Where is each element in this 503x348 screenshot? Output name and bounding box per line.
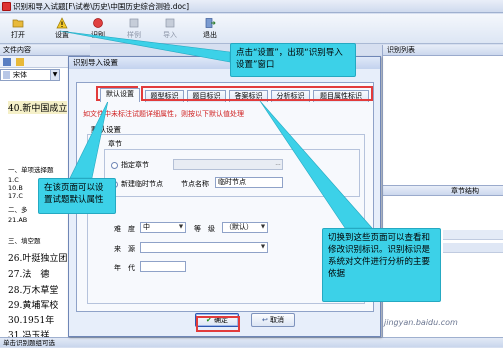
settings-callout-pointer [59,30,231,63]
tab-default-settings[interactable]: 默认设置 [100,88,140,102]
tabs-callout-pointer [259,100,373,229]
default-settings-callout: 在该页面可以设置试题默认属性 [38,178,116,214]
marker-tabs-callout: 切换到这些页面可以查看和修改识别标识。识别标识是系统对文件进行分析的主要依据 [322,228,441,302]
default-callout-pointer [69,100,109,179]
settings-callout: 点击“设置”，出现“识别导入设置”窗口 [230,43,356,77]
watermark: jingyan.baidu.com [384,318,458,327]
